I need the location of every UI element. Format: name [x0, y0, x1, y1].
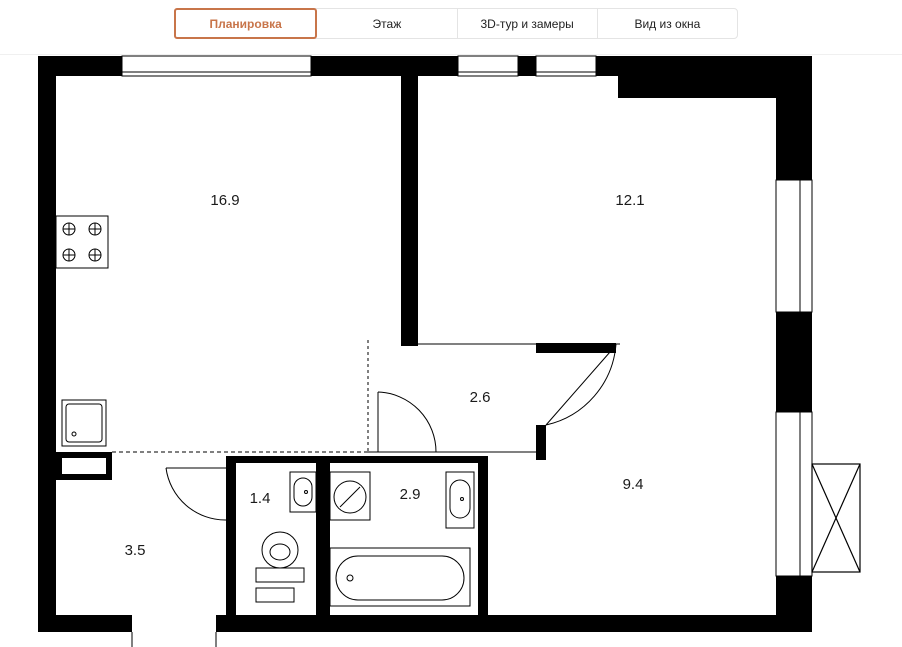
door-swings [131, 343, 617, 647]
stove-icon [55, 215, 109, 269]
sink-icon [61, 399, 107, 447]
room-area-kitchen-living: 16.9 [210, 192, 239, 209]
room-area-entrance: 3.5 [125, 542, 146, 559]
washbasin-icon [445, 471, 475, 529]
floor-plan: 16.9 12.1 2.6 9.4 1.4 2.9 3.5 [38, 55, 861, 647]
bathtub-icon [329, 547, 471, 607]
washbasin-icon [289, 471, 317, 513]
room-area-bedroom: 12.1 [615, 192, 644, 209]
room-area-bathroom: 2.9 [400, 486, 421, 503]
room-area-hall: 2.6 [470, 389, 491, 406]
window-icon [121, 55, 813, 577]
washing-machine-icon [329, 471, 371, 521]
toilet-icon [255, 531, 305, 603]
balcony-icon [811, 463, 861, 573]
room-area-wc: 1.4 [250, 490, 271, 507]
room-area-room-lower-right: 9.4 [623, 476, 644, 493]
